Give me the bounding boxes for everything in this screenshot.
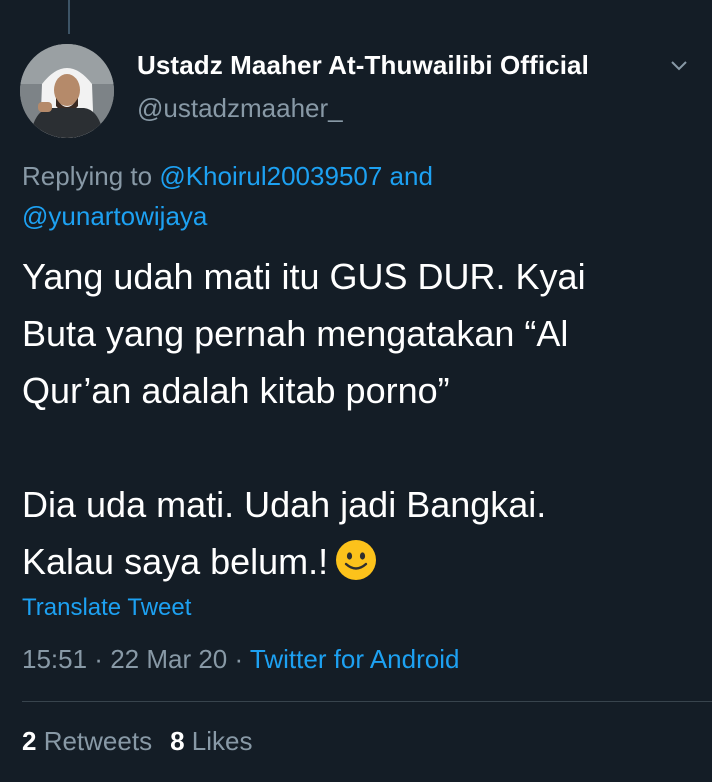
- retweets-label: Retweets: [36, 726, 153, 756]
- tweet-meta: 15:51 · 22 Mar 20 · Twitter for Android: [22, 644, 459, 675]
- tweet-time: 15:51: [22, 644, 88, 674]
- author-display-name[interactable]: Ustadz Maaher At-Thuwailibi Official: [137, 50, 589, 81]
- likes-label: Likes: [184, 726, 253, 756]
- avatar-photo: [20, 44, 114, 138]
- replying-to-line: Replying to @Khoirul20039507 and @yunarto…: [22, 156, 692, 236]
- likes-count: 8: [170, 726, 185, 756]
- tweet-line: Dia uda mati. Udah jadi Bangkai.: [22, 484, 547, 525]
- tweet-line: Kalau saya belum.!: [22, 541, 329, 582]
- mention-link-1[interactable]: @Khoirul20039507: [159, 161, 382, 191]
- tweet-line: Buta yang pernah mengatakan “Al: [22, 313, 569, 354]
- divider: [22, 701, 712, 702]
- author-handle[interactable]: @ustadzmaaher_: [137, 93, 589, 124]
- slightly-smiling-face-emoji: [334, 538, 378, 582]
- tweet-source-link[interactable]: Twitter for Android: [250, 644, 460, 674]
- tweet-date: 22 Mar 20: [110, 644, 228, 674]
- retweets-stat[interactable]: 2 Retweets: [22, 726, 152, 756]
- tweet-text: Yang udah mati itu GUS DUR. Kyai Buta ya…: [22, 248, 702, 590]
- translate-tweet-link[interactable]: Translate Tweet: [22, 594, 191, 622]
- retweets-count: 2: [22, 726, 37, 756]
- chevron-down-icon: [671, 61, 687, 71]
- author-block: Ustadz Maaher At-Thuwailibi Official @us…: [137, 50, 589, 124]
- tweet-line: Yang udah mati itu GUS DUR. Kyai: [22, 256, 586, 297]
- likes-stat[interactable]: 8 Likes: [170, 726, 252, 756]
- replying-to-label: Replying to: [22, 161, 160, 191]
- tweet-line: Qur’an adalah kitab porno”: [22, 370, 450, 411]
- tweet-stats: 2 Retweets 8 Likes: [22, 726, 270, 757]
- tweet-options-button[interactable]: [664, 54, 694, 78]
- mention-link-2[interactable]: @yunartowijaya: [22, 201, 207, 231]
- avatar[interactable]: [20, 44, 114, 138]
- mention-conjunction[interactable]: and: [382, 161, 433, 191]
- meta-separator: ·: [227, 644, 250, 674]
- thread-connector-line: [68, 0, 70, 34]
- meta-separator: ·: [87, 644, 111, 674]
